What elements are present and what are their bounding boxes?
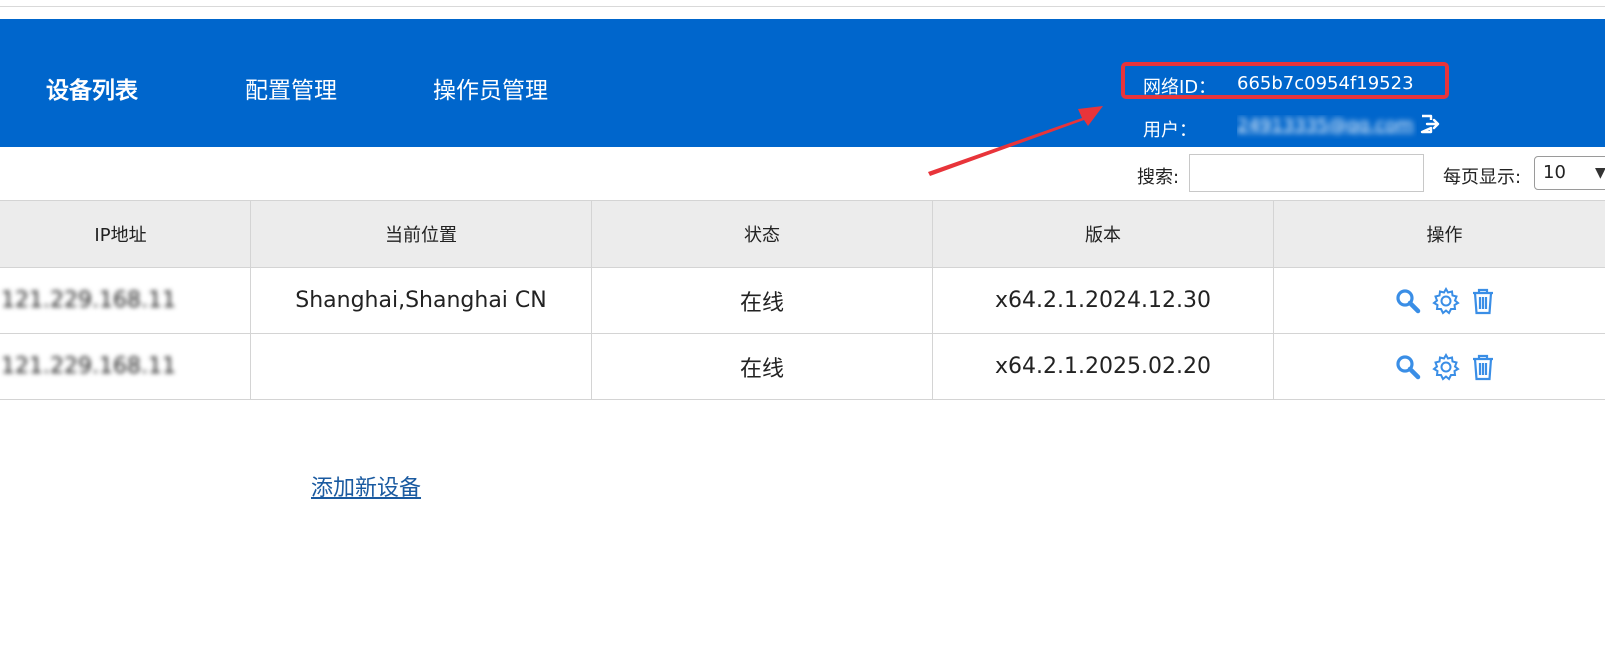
per-page-label: 每页显示: <box>1443 167 1522 188</box>
user-label: 用户： <box>1143 120 1197 141</box>
location-cell: Shanghai,Shanghai CN <box>250 267 592 334</box>
gear-icon[interactable] <box>1431 352 1461 382</box>
user-email: 24913335@qq.com <box>1237 115 1414 136</box>
per-page-value: 10 <box>1543 162 1566 183</box>
trash-icon[interactable] <box>1471 287 1495 315</box>
search-icon[interactable] <box>1395 354 1421 380</box>
column-header-version[interactable]: 版本 <box>932 200 1274 268</box>
header-bar: 设备列表 配置管理 操作员管理 网络ID： 665b7c0954f19523 用… <box>0 19 1605 147</box>
nav-device-list[interactable]: 设备列表 <box>46 76 138 106</box>
network-id-label: 网络ID： <box>1143 77 1217 98</box>
actions-cell <box>1273 267 1605 334</box>
search-icon[interactable] <box>1395 288 1421 314</box>
search-input[interactable] <box>1189 154 1424 192</box>
ip-cell: 121.229.168.11 <box>0 333 251 400</box>
column-header-actions: 操作 <box>1273 200 1605 268</box>
top-divider <box>0 6 1605 7</box>
version-cell: x64.2.1.2024.12.30 <box>932 267 1274 334</box>
column-header-ip[interactable]: IP地址 <box>0 200 251 268</box>
ip-cell: 121.229.168.11 <box>0 267 251 334</box>
network-id-value: 665b7c0954f19523 <box>1237 73 1414 94</box>
per-page-select[interactable]: 10 ▼ <box>1534 156 1605 190</box>
column-header-status[interactable]: 状态 <box>591 200 933 268</box>
chevron-down-icon: ▼ <box>1595 165 1605 181</box>
user-link[interactable]: 24913335@qq.com <box>1237 115 1417 139</box>
add-device-link[interactable]: 添加新设备 <box>311 470 421 502</box>
status-cell: 在线 <box>591 267 933 334</box>
table-row: 121.229.168.11 Shanghai,Shanghai CN 在线 x… <box>0 267 1605 334</box>
search-label: 搜索: <box>1137 167 1180 188</box>
ip-value: 121.229.168.11 <box>1 288 176 313</box>
version-cell: x64.2.1.2025.02.20 <box>932 333 1274 400</box>
nav-config-management[interactable]: 配置管理 <box>245 76 337 106</box>
ip-value: 121.229.168.11 <box>1 354 176 379</box>
trash-icon[interactable] <box>1471 353 1495 381</box>
actions-cell <box>1273 333 1605 400</box>
table-row: 121.229.168.11 在线 x64.2.1.2025.02.20 <box>0 333 1605 400</box>
status-cell: 在线 <box>591 333 933 400</box>
logout-icon[interactable] <box>1419 113 1441 135</box>
table-header-row: IP地址 当前位置 状态 版本 操作 <box>0 200 1605 268</box>
device-table: IP地址 当前位置 状态 版本 操作 121.229.168.11 Shangh… <box>0 200 1605 400</box>
gear-icon[interactable] <box>1431 286 1461 316</box>
nav-operator-management[interactable]: 操作员管理 <box>433 76 548 106</box>
column-header-location[interactable]: 当前位置 <box>250 200 592 268</box>
location-cell <box>250 333 592 400</box>
